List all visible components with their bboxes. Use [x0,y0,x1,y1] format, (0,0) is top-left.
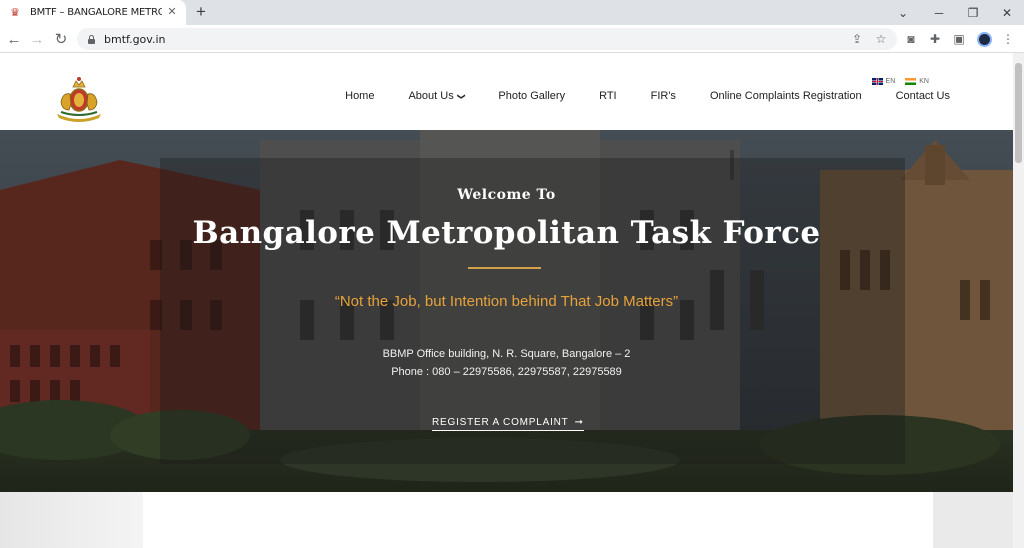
address-bar[interactable]: bmtf.gov.in [77,28,897,50]
chevron-down-icon: ❯ [456,92,466,100]
close-window-icon[interactable]: ✕ [990,0,1024,25]
url-text: bmtf.gov.in [104,32,166,46]
nav-contact-us[interactable]: Contact Us [896,90,950,102]
site-emblem-favicon-icon: ♛ [10,7,20,19]
lang-en[interactable]: EN [871,78,896,85]
hero-address: BBMP Office building, N. R. Square, Bang… [382,348,631,360]
hero-phone: Phone : 080 – 22975586, 22975587, 229755… [391,366,622,378]
section-right-image [933,492,1013,548]
back-icon[interactable]: ← [4,29,24,49]
tab-title: BMTF – BANGALORE METROPOL [30,7,162,18]
page-scrollbar[interactable] [1013,53,1024,548]
lang-kn[interactable]: KN [905,78,929,85]
browser-toolbar: ← → ↻ bmtf.gov.in ⇪ ☆ ◙ ✚ ▣ ⋮ [0,25,1024,53]
main-nav: Home About Us ❯ Photo Gallery RTI FIR's … [345,90,950,102]
register-complaint-button[interactable]: REGISTER A COMPLAINT ➞ [432,417,584,431]
section-content [143,492,933,548]
new-tab-icon[interactable]: + [192,3,210,21]
extensions-icon[interactable]: ✚ [926,30,944,48]
nav-online-complaints[interactable]: Online Complaints Registration [710,90,862,102]
nav-home[interactable]: Home [345,90,374,102]
restore-icon[interactable]: ❐ [956,0,990,25]
lang-en-label: EN [885,78,896,85]
browser-tab[interactable]: ♛ BMTF – BANGALORE METROPOL ✕ [0,0,186,25]
next-section [0,492,1013,548]
nav-about-label: About Us [408,90,454,102]
forward-icon[interactable]: → [27,29,47,49]
share-icon[interactable]: ⇪ [848,30,866,48]
hero-banner: Welcome To Bangalore Metropolitan Task F… [0,130,1013,492]
close-tab-icon[interactable]: ✕ [166,6,178,18]
reload-icon[interactable]: ↻ [51,29,71,49]
section-left-image [0,492,143,548]
hero-divider [468,267,541,269]
minimize-icon[interactable]: ─ [922,0,956,25]
screenshot-icon[interactable]: ◙ [902,30,920,48]
lock-icon [87,34,96,44]
india-flag-icon [905,78,917,85]
uk-flag-icon [871,78,883,85]
nav-firs[interactable]: FIR's [651,90,676,102]
hero-title: Bangalore Metropolitan Task Force [192,215,821,251]
karnataka-emblem-logo[interactable] [53,74,105,122]
bookmark-star-icon[interactable]: ☆ [872,30,890,48]
arrow-right-icon: ➞ [574,417,584,428]
menu-icon[interactable]: ⋮ [999,30,1017,48]
site-header: EN KN Home About Us ❯ Photo Gallery RTI … [0,66,1013,130]
hero-tagline: “Not the Job, but Intention behind That … [334,293,679,310]
scrollbar-thumb[interactable] [1015,63,1022,163]
browser-tabstrip: ♛ BMTF – BANGALORE METROPOL ✕ + ⌄ ─ ❐ ✕ [0,0,1024,25]
side-panel-icon[interactable]: ▣ [950,30,968,48]
nav-rti[interactable]: RTI [599,90,617,102]
profile-avatar-icon[interactable] [975,30,993,48]
webpage: EN KN Home About Us ❯ Photo Gallery RTI … [0,53,1013,548]
lang-kn-label: KN [919,78,929,85]
language-switcher: EN KN [871,78,929,85]
tab-search-icon[interactable]: ⌄ [886,0,920,25]
nav-photo-gallery[interactable]: Photo Gallery [498,90,565,102]
nav-about-us[interactable]: About Us ❯ [408,90,466,102]
hero-welcome: Welcome To [457,187,556,203]
register-complaint-label: REGISTER A COMPLAINT [432,417,569,428]
